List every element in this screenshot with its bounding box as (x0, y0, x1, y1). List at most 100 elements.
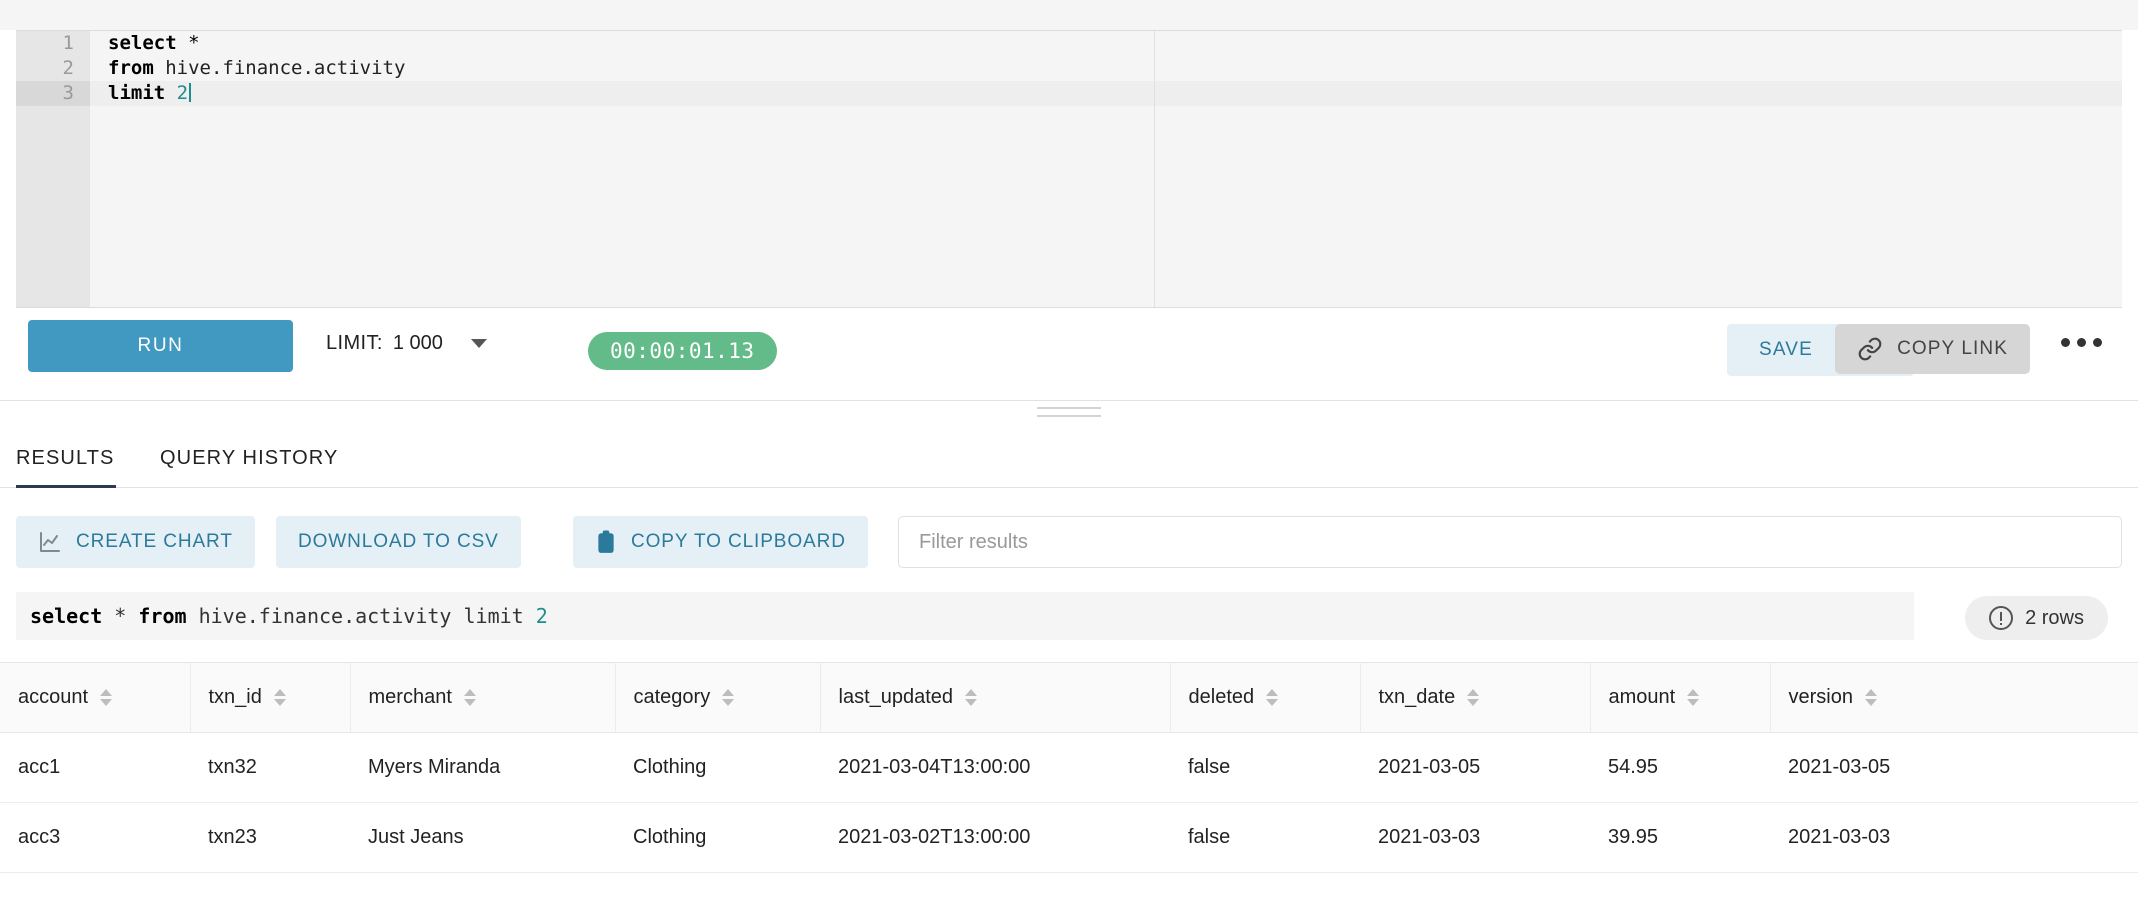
create-chart-label: CREATE CHART (76, 531, 233, 552)
column-header-label: txn_date (1378, 686, 1456, 708)
limit-selector[interactable]: LIMIT: 1 000 (326, 332, 487, 355)
column-header-merchant[interactable]: merchant (350, 662, 616, 733)
column-header-label: version (1788, 686, 1853, 708)
cell-deleted: false (1170, 802, 1360, 873)
save-button[interactable]: SAVE (1727, 324, 1845, 376)
run-button[interactable]: RUN (28, 320, 293, 372)
cell-version: 2021-03-03 (1770, 802, 2138, 873)
cell-version: 2021-03-05 (1770, 732, 2138, 803)
create-chart-button[interactable]: CREATE CHART (16, 516, 255, 568)
cell-txn_date: 2021-03-05 (1360, 732, 1590, 803)
cell-txn_id: txn23 (190, 802, 350, 873)
column-header-label: account (18, 686, 89, 708)
download-csv-button[interactable]: DOWNLOAD TO CSV (276, 516, 521, 568)
sort-arrows-icon[interactable] (1864, 689, 1877, 706)
tab-results[interactable]: RESULTS (16, 428, 114, 488)
limit-value: 1 000 (392, 332, 443, 354)
copy-to-clipboard-label: COPY TO CLIPBOARD (631, 531, 846, 552)
column-header-amount[interactable]: amount (1590, 662, 1771, 733)
sort-arrows-icon[interactable] (273, 689, 286, 706)
sort-arrows-icon[interactable] (100, 689, 113, 706)
sort-arrows-icon[interactable] (1266, 689, 1279, 706)
executed-query-bar: select * from hive.finance.activity limi… (16, 592, 1914, 640)
tab-query-history[interactable]: QUERY HISTORY (160, 428, 338, 488)
code-line-2: from hive.finance.activity (108, 57, 406, 79)
query-token: hive.finance.activity limit (186, 604, 536, 628)
column-header-last_updated[interactable]: last_updated (820, 662, 1171, 733)
sort-arrows-icon[interactable] (463, 689, 476, 706)
cell-amount: 39.95 (1590, 802, 1770, 873)
column-header-txn_date[interactable]: txn_date (1360, 662, 1591, 733)
cell-account: acc3 (0, 802, 190, 873)
results-table: account txn_id merchant category last_update… (0, 662, 2138, 873)
sql-query-editor-app: 1 2 3 select * from hive.finance.activit… (0, 0, 2138, 924)
column-header-label: last_updated (838, 686, 954, 708)
panel-splitter[interactable] (0, 400, 2138, 422)
cell-last_updated: 2021-03-02T13:00:00 (820, 802, 1170, 873)
dot-1 (2061, 338, 2070, 347)
copy-link-button[interactable]: COPY LINK (1835, 324, 2030, 374)
code-line-3: limit 2 (108, 81, 2122, 106)
splitter-grip-icon[interactable] (1037, 407, 1101, 423)
cell-last_updated: 2021-03-04T13:00:00 (820, 732, 1170, 803)
column-header-label: txn_id (208, 686, 262, 708)
column-header-label: category (633, 686, 711, 708)
column-header-txn_id[interactable]: txn_id (190, 662, 351, 733)
results-table-body: acc1 txn32 Myers Miranda Clothing 2021-03-04… (0, 732, 2138, 873)
dot-3 (2093, 338, 2102, 347)
line-number-3: 3 (62, 82, 74, 104)
cell-txn_date: 2021-03-03 (1360, 802, 1590, 873)
query-token: 2 (535, 604, 548, 628)
table-row[interactable]: acc3 txn23 Just Jeans Clothing 2021-03-02T13… (0, 802, 2138, 873)
sort-arrows-icon[interactable] (722, 689, 735, 706)
sql-editor-panel[interactable]: 1 2 3 select * from hive.finance.activit… (16, 30, 2122, 308)
line-number-2: 2 (62, 57, 74, 79)
column-header-label: merchant (368, 686, 452, 708)
more-options-button[interactable] (2061, 338, 2102, 347)
query-token: * (102, 604, 139, 628)
query-token: from (138, 604, 187, 628)
copy-link-label: COPY LINK (1897, 338, 2008, 359)
table-row[interactable]: acc1 txn32 Myers Miranda Clothing 2021-03-04… (0, 732, 2138, 803)
link-icon (1858, 337, 1882, 361)
line-number-1: 1 (62, 32, 74, 54)
filter-results-input[interactable] (898, 516, 2122, 568)
column-header-label: deleted (1188, 686, 1255, 708)
cell-account: acc1 (0, 732, 190, 803)
editor-code-area[interactable]: select * from hive.finance.activity limi… (108, 31, 2122, 307)
table-header-row: account txn_id merchant category last_update… (0, 662, 2138, 733)
cell-category: Clothing (615, 802, 820, 873)
sort-arrows-icon[interactable] (965, 689, 978, 706)
download-csv-label: DOWNLOAD TO CSV (298, 531, 499, 552)
sort-arrows-icon[interactable] (1467, 689, 1480, 706)
query-timer-badge: 00:00:01.13 (588, 332, 777, 370)
column-header-category[interactable]: category (615, 662, 821, 733)
editor-top-strip (0, 0, 2138, 30)
results-action-bar: CREATE CHART DOWNLOAD TO CSV COPY TO CLI… (0, 516, 2138, 574)
query-token: select (30, 604, 103, 628)
dot-2 (2077, 338, 2086, 347)
cell-txn_id: txn32 (190, 732, 350, 803)
cell-merchant: Just Jeans (350, 802, 615, 873)
chart-icon (40, 532, 60, 552)
active-tab-underline (16, 485, 116, 488)
text-caret (189, 83, 192, 102)
limit-label: LIMIT: (326, 332, 383, 354)
cell-merchant: Myers Miranda (350, 732, 615, 803)
cell-category: Clothing (615, 732, 820, 803)
copy-to-clipboard-button[interactable]: COPY TO CLIPBOARD (573, 516, 868, 568)
results-table-wrapper[interactable]: account txn_id merchant category last_update… (0, 662, 2138, 924)
chevron-down-icon[interactable] (470, 339, 487, 348)
column-header-version[interactable]: version (1770, 662, 2138, 733)
code-line-1: select * (108, 32, 200, 54)
column-header-label: amount (1608, 686, 1676, 708)
cell-amount: 54.95 (1590, 732, 1770, 803)
column-header-account[interactable]: account (0, 662, 191, 733)
results-tabbar: RESULTS QUERY HISTORY (0, 428, 2138, 488)
sort-arrows-icon[interactable] (1687, 689, 1700, 706)
column-header-deleted[interactable]: deleted (1170, 662, 1361, 733)
row-count-label: 2 rows (2025, 606, 2084, 629)
clipboard-icon (598, 530, 614, 553)
row-count-badge: 2 rows (1965, 596, 2108, 640)
cell-deleted: false (1170, 732, 1360, 803)
